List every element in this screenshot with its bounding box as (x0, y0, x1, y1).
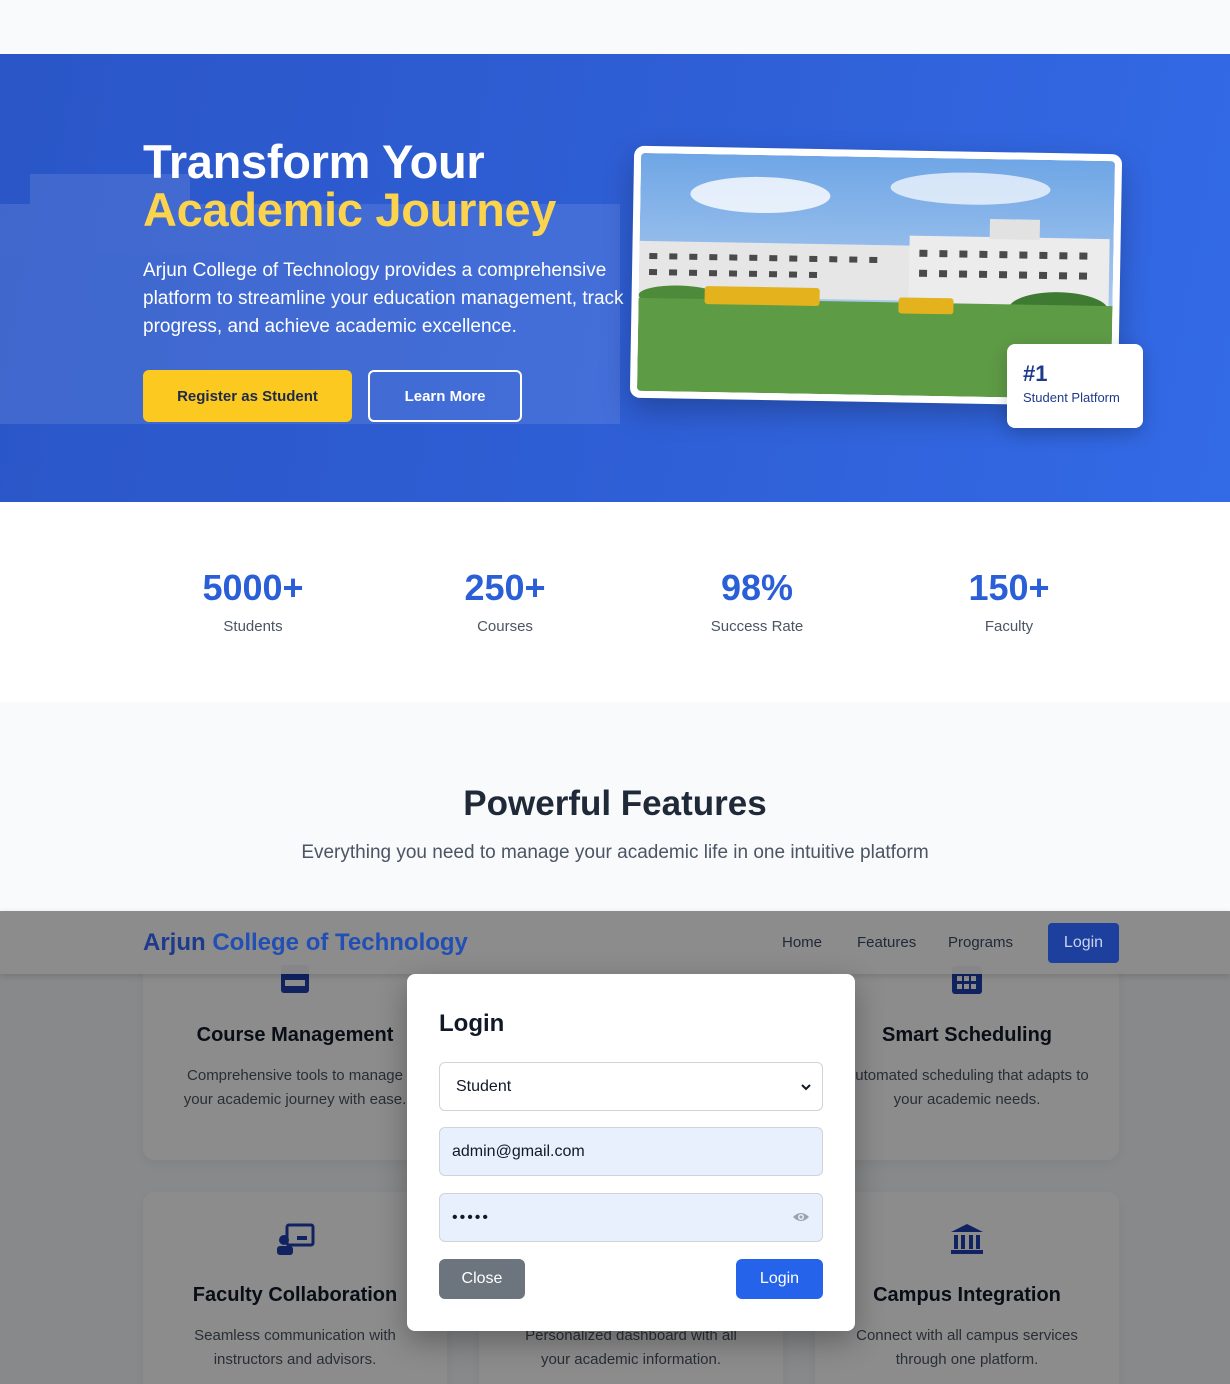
role-select-value: Student (456, 1077, 512, 1095)
modal-title: Login (439, 1010, 505, 1037)
login-modal: Login Student admin@gmail.com ••••• Clos… (407, 974, 855, 1331)
nav-link-home[interactable]: Home (782, 934, 822, 951)
email-value: admin@gmail.com (452, 1142, 585, 1160)
stat-value: 250+ (464, 567, 546, 608)
email-field[interactable]: admin@gmail.com (439, 1127, 823, 1176)
top-strip (0, 0, 1230, 54)
eye-icon[interactable] (792, 1210, 810, 1224)
rank-badge: #1 Student Platform (1007, 344, 1143, 428)
features-subtitle: Everything you need to manage your acade… (301, 842, 929, 863)
brand-name-part1: Arjun (143, 929, 206, 956)
hero-title: Transform Your Academic Journey (143, 138, 556, 234)
navbar: Arjun College of Technology Home Feature… (0, 911, 1230, 974)
stat-value: 98% (720, 567, 794, 608)
chevron-down-icon (801, 1084, 811, 1091)
role-select[interactable]: Student (439, 1062, 823, 1111)
nav-login-button[interactable]: Login (1048, 923, 1119, 963)
login-submit-button[interactable]: Login (736, 1259, 823, 1299)
hero-description: Arjun College of Technology provides a c… (143, 260, 624, 337)
features-title: Powerful Features (463, 784, 767, 823)
stat-value: 5000+ (202, 567, 304, 608)
hero-title-line2: Academic Journey (143, 183, 557, 236)
stat-students: 5000+ Students (143, 566, 363, 635)
password-value: ••••• (452, 1208, 491, 1226)
learn-more-button[interactable]: Learn More (368, 370, 522, 422)
stat-label: Students (223, 618, 283, 635)
password-field[interactable]: ••••• (439, 1193, 823, 1242)
stat-value: 150+ (968, 567, 1050, 608)
brand-logo[interactable]: Arjun College of Technology (143, 929, 468, 957)
close-button[interactable]: Close (439, 1259, 525, 1299)
stats-section: 5000+ Students 250+ Courses 98% Success … (0, 502, 1230, 702)
stat-label: Success Rate (710, 618, 804, 635)
stat-success-rate: 98% Success Rate (647, 566, 867, 635)
hero-title-line1: Transform Your (143, 135, 485, 188)
register-button[interactable]: Register as Student (143, 370, 352, 422)
stat-faculty: 150+ Faculty (899, 566, 1119, 635)
badge-number: #1 (1023, 361, 1048, 386)
nav-link-programs[interactable]: Programs (948, 934, 1013, 951)
nav-link-features[interactable]: Features (857, 934, 916, 951)
stat-label: Courses (477, 618, 533, 635)
stat-courses: 250+ Courses (395, 566, 615, 635)
brand-name-part2: College of Technology (212, 929, 468, 956)
stat-label: Faculty (984, 618, 1034, 635)
hero-section: Transform Your Academic Journey Arjun Co… (0, 54, 1230, 502)
badge-text: Student Platform (1023, 390, 1120, 405)
